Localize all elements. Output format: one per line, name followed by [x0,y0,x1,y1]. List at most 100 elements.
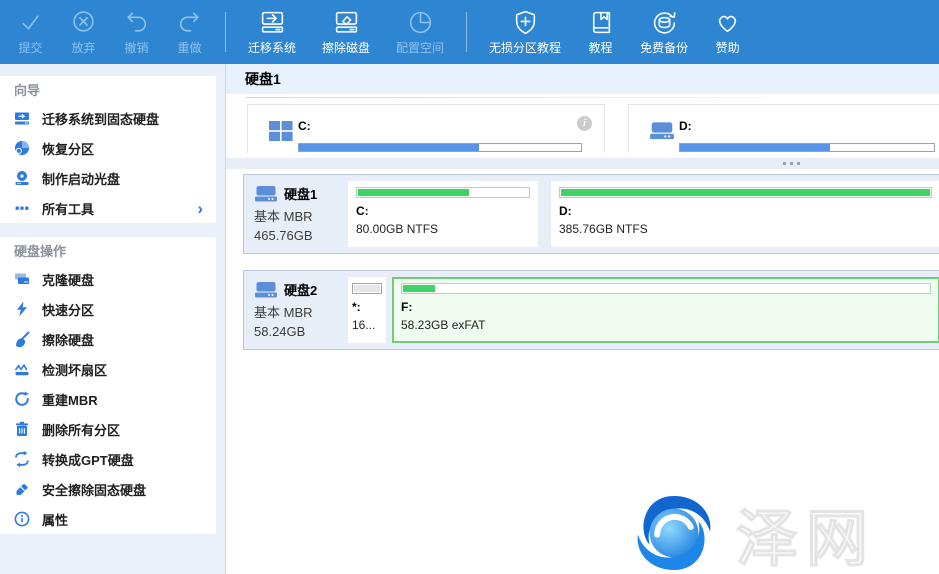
secure-erase-icon [14,481,31,498]
sidebar-item-all-tools[interactable]: 所有工具 › [0,193,216,223]
overview-card-d[interactable]: D: [628,104,939,153]
surface-test-icon [14,361,31,378]
trash-icon [14,421,31,438]
partition-detail: 385.76GB NTFS [559,222,932,236]
toolbar-separator [466,12,467,52]
disk-row-1: 硬盘1 基本 MBR 465.76GB C: 80.00GB NTFS D: 3… [243,174,939,254]
usage-bar [559,187,932,198]
shield-plus-icon [512,9,539,36]
sidebar-item-rebuild-mbr[interactable]: 重建MBR [0,384,216,414]
undo-button[interactable]: 撤销 [110,0,163,64]
usage-bar [401,283,931,294]
toolbar-separator [225,12,226,52]
sidebar-item-clone-disk[interactable]: 克隆硬盘 [0,264,216,294]
allocate-space-icon [407,9,434,36]
redo-icon [176,9,203,36]
sidebar-item-delete-all-partitions[interactable]: 删除所有分区 [0,414,216,444]
usage-bar [298,143,582,152]
scrollbar-grip[interactable] [783,162,800,165]
sponsor-button[interactable]: 赞助 [701,0,754,64]
partition-d[interactable]: D: 385.76GB NTFS [551,181,939,247]
all-tools-icon [14,200,31,217]
disk-row-2: 硬盘2 基本 MBR 58.24GB *: 16... F: 58.23GB e… [243,270,939,350]
sidebar-section-wizard: 向导 [0,76,216,103]
partition-detail: 16... [352,318,382,332]
partition-unnamed[interactable]: *: 16... [348,277,386,343]
wipe-disk-icon [333,9,360,36]
watermark: 泽网 [624,488,876,574]
drive-overview-strip: C: i D: [226,104,939,153]
windows-logo-icon [268,120,294,147]
main-panel: 硬盘1 C: i D: [226,64,939,574]
wipe-disk-button[interactable]: 擦除磁盘 [309,0,383,64]
partition-label: D: [559,204,932,218]
sidebar-item-make-bootable-media[interactable]: 制作启动光盘 [0,163,216,193]
disk-type: 基本 MBR [254,302,348,321]
info-icon [14,511,31,528]
overview-card-c[interactable]: C: i [247,104,605,153]
disk-size: 58.24GB [254,324,348,339]
partition-f-selected[interactable]: F: 58.23GB exFAT [392,277,939,343]
drive-letter: D: [679,119,692,133]
sidebar-item-convert-to-gpt[interactable]: 转换成GPT硬盘 [0,444,216,474]
tutorial-button[interactable]: 教程 [574,0,627,64]
apply-button[interactable]: 提交 [4,0,57,64]
info-icon[interactable]: i [577,116,592,131]
backup-icon [651,9,678,36]
heart-icon [714,9,741,36]
free-backup-button[interactable]: 免费备份 [627,0,701,64]
usage-bar [679,143,935,152]
sidebar-item-wipe-hard-drive[interactable]: 擦除硬盘 [0,324,216,354]
drive-icon [254,281,278,299]
partition-label: *: [352,300,382,314]
migrate-os-button[interactable]: 迁移系统 [235,0,309,64]
disk-name: 硬盘2 [284,280,317,299]
redo-button[interactable]: 重做 [163,0,216,64]
allocate-space-button[interactable]: 配置空间 [383,0,457,64]
migrate-os-icon [259,9,286,36]
overview-scrollbar-track [226,158,939,169]
clone-disk-icon [14,271,31,288]
divider [246,97,769,98]
quick-partition-icon [14,301,31,318]
check-icon [17,9,44,36]
migrate-ssd-icon [14,110,31,127]
zewang-logo-icon [624,491,724,574]
discard-button[interactable]: 放弃 [57,0,110,64]
partition-label: F: [401,300,931,314]
sidebar-item-recover-partition[interactable]: 恢复分区 [0,133,216,163]
cancel-icon [70,9,97,36]
bootable-media-icon [14,170,31,187]
sidebar-item-secure-erase-ssd[interactable]: 安全擦除固态硬盘 [0,474,216,504]
sidebar-item-quick-partition[interactable]: 快速分区 [0,294,216,324]
disk-type: 基本 MBR [254,206,348,225]
sidebar-section-disk-operations: 硬盘操作 [0,237,216,264]
sidebar-item-migrate-os-to-ssd[interactable]: 迁移系统到固态硬盘 [0,103,216,133]
undo-icon [123,9,150,36]
sidebar-item-check-bad-sectors[interactable]: 检测坏扇区 [0,354,216,384]
disk1-info[interactable]: 硬盘1 基本 MBR 465.76GB [250,181,348,247]
convert-gpt-icon [14,451,31,468]
watermark-text: 泽网 [736,488,876,574]
partition-detail: 58.23GB exFAT [401,318,931,332]
disk2-info[interactable]: 硬盘2 基本 MBR 58.24GB [250,277,348,343]
disk-size: 465.76GB [254,228,348,243]
partition-tutorial-button[interactable]: 无损分区教程 [476,0,574,64]
sidebar-item-properties[interactable]: 属性 [0,504,216,534]
toolbar: 提交 放弃 撤销 重做 迁移系统 擦除磁盘 配置空间 无损 [0,0,939,64]
tab-disk1[interactable]: 硬盘1 [245,69,281,89]
chevron-right-icon: › [197,200,203,217]
rebuild-mbr-icon [14,391,31,408]
drive-icon [649,120,675,147]
usage-bar [352,283,382,294]
usage-bar [356,187,530,198]
partition-detail: 80.00GB NTFS [356,222,530,236]
disk-name: 硬盘1 [284,184,317,203]
partition-label: C: [356,204,530,218]
drive-icon [254,185,278,203]
disk-tabbar: 硬盘1 [226,64,939,94]
book-icon [587,9,614,36]
sidebar: 向导 迁移系统到固态硬盘 恢复分区 制作启动光盘 [0,64,226,574]
partition-c[interactable]: C: 80.00GB NTFS [348,181,538,247]
drive-letter: C: [298,119,311,133]
